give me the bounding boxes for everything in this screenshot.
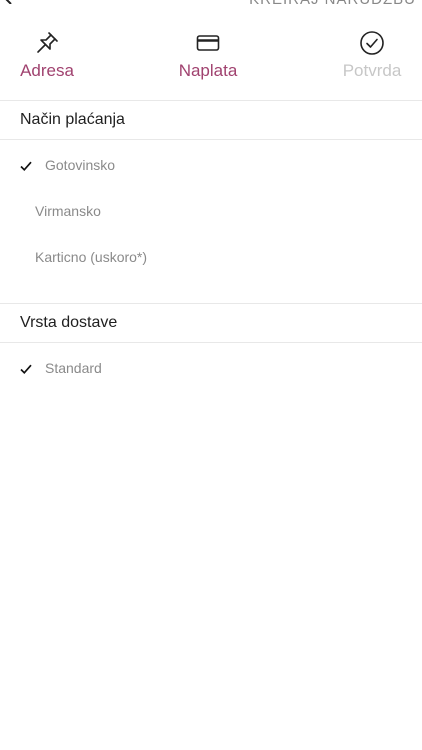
checkmark-icon [20,161,32,172]
step-potvrda[interactable]: Potvrda [338,30,406,81]
divider [0,139,422,140]
divider [0,100,422,101]
payment-section-title: Način plaćanja [20,111,125,128]
checkout-steps: Adresa Naplata Potvrda [0,30,422,90]
page-title: KREIRAJ NARUDŽBU [249,0,416,8]
step-label: Naplata [178,61,238,80]
payment-option-gotovinsko[interactable]: Gotovinsko [0,147,422,187]
step-adresa[interactable]: Adresa [18,30,76,81]
delivery-option-standard[interactable]: Standard [0,350,422,390]
pin-icon [37,32,58,53]
checkmark-icon [20,364,32,375]
payment-option-virmansko[interactable]: Virmansko [0,193,422,233]
divider [0,342,422,343]
step-naplata[interactable]: Naplata [172,30,244,81]
option-label: Gotovinsko [45,157,116,173]
option-label: Standard [45,360,102,376]
credit-card-icon [196,35,220,51]
step-label: Potvrda [342,61,402,80]
option-label: Karticno (uskoro*) [35,249,148,265]
option-label: Virmansko [35,203,101,219]
back-chevron-icon[interactable] [4,0,14,4]
step-label: Adresa [20,61,74,80]
delivery-section-title: Vrsta dostave [20,314,118,331]
top-bar: KREIRAJ NARUDŽBU [0,0,422,8]
payment-option-karticno[interactable]: Karticno (uskoro*) [0,239,422,279]
check-circle-icon [360,31,384,55]
divider [0,303,422,304]
